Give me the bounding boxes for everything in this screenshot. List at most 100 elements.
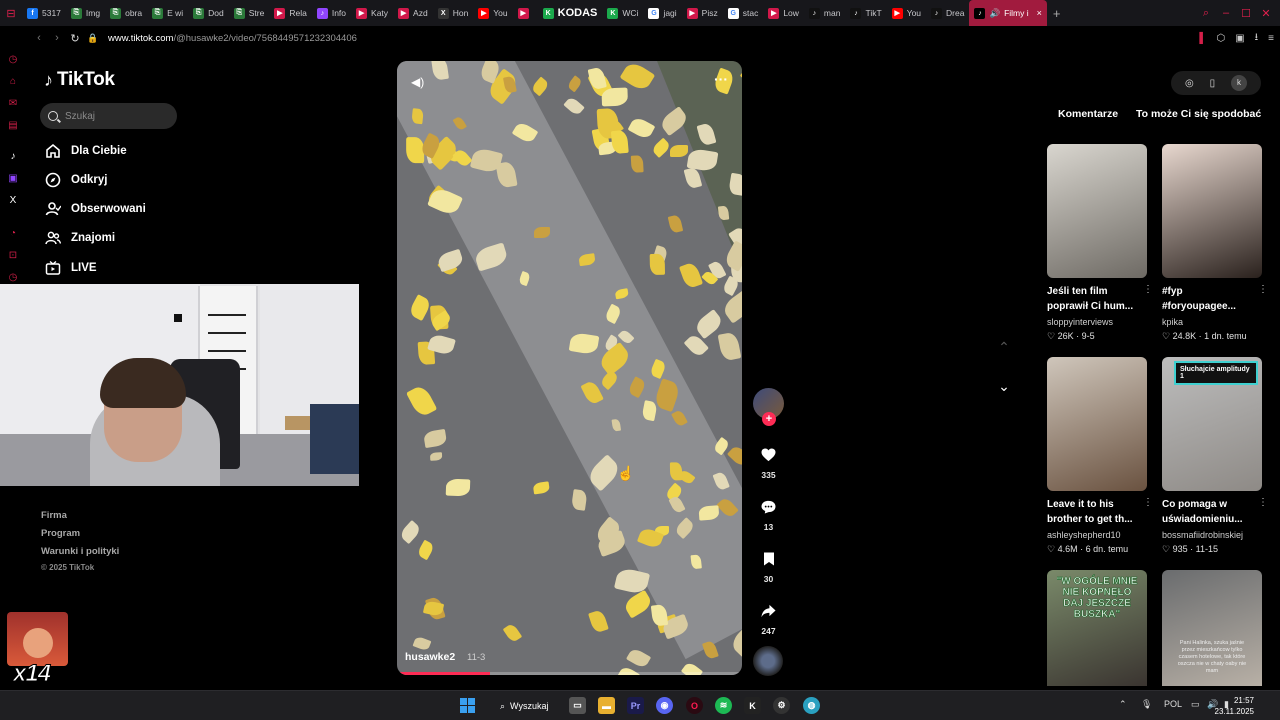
phone-icon[interactable]: ▯ [1210, 78, 1216, 89]
share-button[interactable]: 247 [752, 600, 785, 636]
footer-program-link[interactable]: Program [41, 528, 80, 539]
footer-company-link[interactable]: Firma [41, 510, 67, 521]
card-thumbnail[interactable] [1162, 144, 1262, 278]
related-card[interactable]: "W OGÓLE MNIE NIE KOPNĘŁO DAJ JESZCZE BU… [1047, 570, 1147, 686]
url-field[interactable]: www.tiktok.com/@husawke2/video/756844957… [108, 33, 357, 44]
forward-icon[interactable]: › [48, 32, 66, 44]
new-tab-button[interactable]: + [1047, 6, 1067, 21]
browser-tab[interactable]: ⎘ Img [66, 0, 105, 26]
nav-item-friends[interactable]: Znajomi [44, 228, 115, 248]
x-icon[interactable]: X [7, 195, 19, 207]
related-card[interactable]: Pani Halinka, szuka jaśnie przez mieszka… [1162, 570, 1262, 686]
browser-tab[interactable]: K WCi [602, 0, 643, 26]
browser-icon[interactable]: ◍ [803, 697, 820, 714]
app-icon[interactable]: ⚙ [773, 697, 790, 714]
nav-item-for-you[interactable]: Dla Ciebie [44, 141, 127, 161]
card-user[interactable]: ashleyshepherd10 [1047, 530, 1121, 540]
browser-tab[interactable]: ⎘ Dod [188, 0, 229, 26]
microphone-icon[interactable]: 🎙 [1141, 699, 1152, 710]
taskbar-search[interactable]: ⌕ Wyszukaj [492, 697, 556, 715]
browser-tab[interactable]: ⎘ E wi [147, 0, 188, 26]
tiktok-logo[interactable]: ♪ TikTok [44, 69, 115, 91]
bookmark-icon[interactable]: ▌ [1199, 33, 1206, 44]
windows-start-icon[interactable] [459, 697, 476, 714]
card-thumbnail[interactable]: Słuchajcie amplitudy 1 [1162, 357, 1262, 491]
card-thumbnail[interactable] [1047, 357, 1147, 491]
nav-item-following[interactable]: Obserwowani [44, 199, 146, 219]
browser-tab[interactable]: Gjagi [643, 0, 681, 26]
clock[interactable]: 21:57 23.11.2025 [1215, 695, 1254, 717]
speed-dial-icon[interactable]: ◷ [7, 54, 19, 66]
video-player[interactable]: ◀) ··· husawke2 11-3 [397, 61, 742, 675]
progress-bar[interactable] [397, 672, 491, 675]
browser-tab[interactable]: ▶ Katy [351, 0, 393, 26]
related-card[interactable]: Jeśli ten film poprawił Ci hum... ⋮ slop… [1047, 144, 1153, 341]
card-title[interactable]: #fyp #foryoupagee... [1162, 284, 1254, 314]
save-button[interactable]: 30 [752, 548, 785, 584]
browser-tab[interactable]: f 5317 [22, 0, 66, 26]
messenger-icon[interactable]: ✉ [7, 98, 19, 110]
spotify-icon[interactable]: ≋ [715, 697, 732, 714]
related-card[interactable]: Słuchajcie amplitudy 1 Co pomaga w uświa… [1162, 357, 1268, 554]
footer-terms-link[interactable]: Warunki i polityki [41, 546, 119, 557]
pinboard-icon[interactable]: ⊡ [7, 250, 19, 262]
related-card[interactable]: Leave it to his brother to get th... ⋮ a… [1047, 357, 1153, 554]
mute-icon[interactable]: ◀) [411, 75, 424, 89]
search-box[interactable] [40, 103, 177, 129]
browser-tab[interactable]: X Hon [433, 0, 474, 26]
tab-comments[interactable]: Komentarze [1058, 108, 1118, 120]
back-icon[interactable]: ‹ [30, 32, 48, 44]
tab-related[interactable]: To może Ci się spodobać [1136, 108, 1261, 120]
browser-tab[interactable]: ♪ Drea [926, 0, 969, 26]
card-thumbnail[interactable] [1047, 144, 1147, 278]
browser-tab[interactable]: Gstac [723, 0, 764, 26]
tray-chevron-icon[interactable]: ⌃ [1119, 699, 1127, 710]
browser-tab[interactable]: K KODAS [538, 0, 603, 26]
card-thumbnail[interactable]: Pani Halinka, szuka jaśnie przez mieszka… [1162, 570, 1262, 686]
twitch-icon[interactable]: ▣ [7, 173, 19, 185]
maximize-icon[interactable]: ☐ [1236, 7, 1256, 20]
minimize-icon[interactable]: – [1216, 7, 1236, 19]
browser-tab[interactable]: ▶ You [473, 0, 512, 26]
menu-icon[interactable]: ≡ [1268, 33, 1274, 44]
active-tab[interactable]: ♪ 🔊 Filmy i × [969, 0, 1047, 26]
card-more-icon[interactable]: ⋮ [1258, 497, 1268, 508]
search-input[interactable] [65, 110, 165, 122]
card-thumbnail[interactable]: "W OGÓLE MNIE NIE KOPNĘŁO DAJ JESZCZE BU… [1047, 570, 1147, 686]
close-tab-icon[interactable]: × [1037, 8, 1042, 18]
browser-tab[interactable]: ▶ Pisz [682, 0, 723, 26]
browser-tab[interactable]: ⎘ obra [105, 0, 147, 26]
clock-icon[interactable]: ◷ [7, 272, 19, 284]
card-more-icon[interactable]: ⋮ [1258, 284, 1268, 295]
card-title[interactable]: Co pomaga w uświadomieniu... [1162, 497, 1254, 527]
whatsapp-icon[interactable]: ▤ [7, 120, 19, 132]
download-icon[interactable]: ⭳ [1255, 30, 1259, 47]
opera-gx-icon[interactable]: O [686, 697, 703, 714]
previous-video-icon[interactable]: ⌃ [994, 339, 1014, 356]
premiere-icon[interactable]: Pr [627, 697, 644, 714]
nav-item-live[interactable]: LIVE [44, 258, 97, 278]
related-card[interactable]: #fyp #foryoupagee... ⋮ kpika ♡ 24.8K · 1… [1162, 144, 1268, 341]
browser-tab[interactable]: ♪ man [804, 0, 846, 26]
card-title[interactable]: Leave it to his brother to get th... [1047, 497, 1139, 527]
profile-icon[interactable]: ▣ [1235, 33, 1244, 44]
card-title[interactable]: Jeśli ten film poprawił Ci hum... [1047, 284, 1139, 314]
extensions-icon[interactable]: ⬡ [1216, 33, 1225, 44]
video-author[interactable]: husawke2 [405, 651, 455, 663]
browser-tab[interactable]: ▶ Low [763, 0, 804, 26]
card-user[interactable]: sloppyinterviews [1047, 317, 1113, 327]
input-language[interactable]: POL [1164, 699, 1182, 709]
card-user[interactable]: kpika [1162, 317, 1183, 327]
browser-tab[interactable]: ▶ You [887, 0, 926, 26]
browser-tab[interactable]: ▶ Azd [393, 0, 433, 26]
nav-item-explore[interactable]: Odkryj [44, 170, 107, 190]
browser-tab[interactable]: ⎘ Stre [229, 0, 270, 26]
opera-menu-icon[interactable]: ⊟ [0, 0, 22, 26]
file-explorer-icon[interactable]: ▬ [598, 697, 615, 714]
kick-icon[interactable]: K [744, 697, 761, 714]
aria-icon[interactable]: ⌂ [7, 76, 19, 88]
discord-icon[interactable]: ◉ [656, 697, 673, 714]
more-options-icon[interactable]: ··· [714, 71, 728, 87]
browser-tab[interactable]: ♪ TikT [845, 0, 886, 26]
search-tabs-icon[interactable]: ⌕ [1196, 7, 1216, 20]
